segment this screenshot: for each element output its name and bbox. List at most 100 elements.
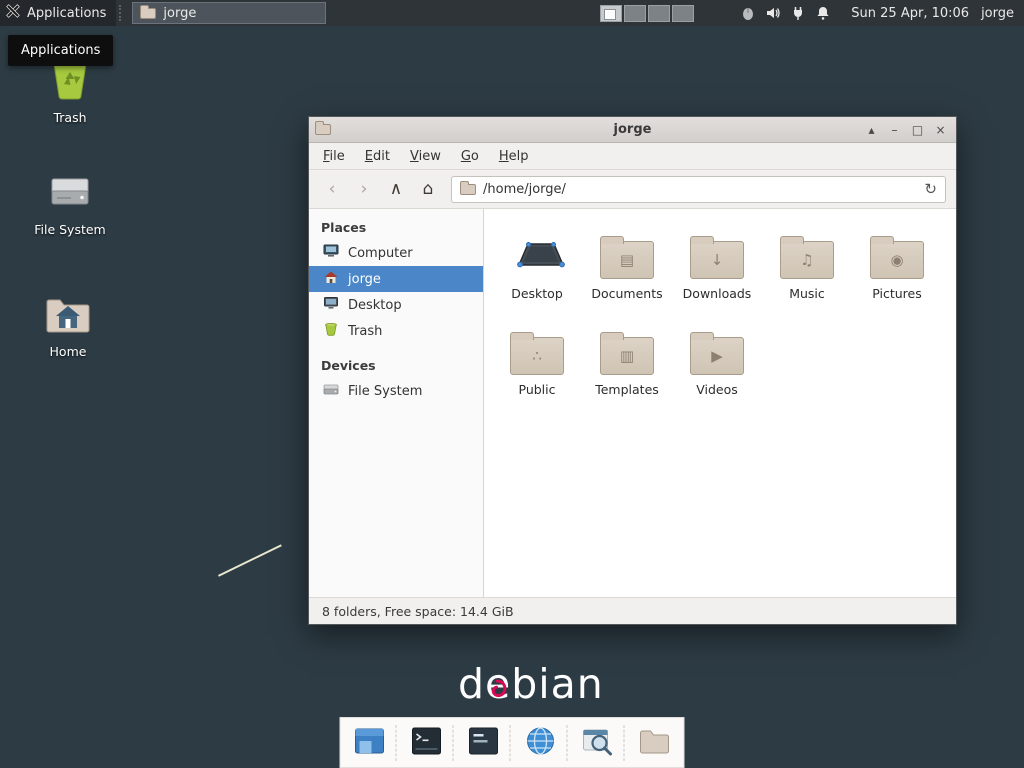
file-item-label: Music (789, 286, 825, 301)
file-item-label: Videos (696, 382, 738, 397)
sidebar-item-computer[interactable]: Computer (309, 240, 483, 266)
music-emblem: ♫ (800, 253, 813, 268)
debian-swirl-icon (483, 664, 509, 712)
sidebar-item-label: Desktop (348, 298, 402, 313)
file-item-downloads[interactable]: ↓ Downloads (672, 223, 762, 319)
workspace-1[interactable] (600, 5, 622, 22)
window-titlebar[interactable]: jorge ▴ – □ × (309, 117, 956, 143)
sidebar-item-label: Computer (348, 246, 413, 261)
show-desktop-button[interactable] (349, 721, 391, 765)
menu-bar: File Edit View Go Help (309, 143, 956, 170)
workspace-3[interactable] (648, 5, 670, 22)
folder-icon (460, 184, 476, 195)
trash-icon (47, 90, 93, 105)
clock[interactable]: Sun 25 Apr, 10:06 (839, 6, 981, 21)
power-icon[interactable] (790, 5, 806, 21)
pictures-emblem: ◉ (890, 253, 903, 268)
workspace-4[interactable] (672, 5, 694, 22)
downloads-emblem: ↓ (711, 253, 724, 268)
menu-view[interactable]: View (400, 145, 451, 168)
folder-icon: ♫ (780, 241, 834, 279)
places-sidebar: Places Computer (309, 209, 484, 597)
notifications-icon[interactable] (815, 5, 831, 21)
app-finder-launcher[interactable] (577, 721, 619, 765)
pointer-trail (218, 544, 282, 576)
folder-icon (637, 723, 673, 763)
taskbar-window-button[interactable]: jorge (132, 2, 326, 24)
workspace-2[interactable] (624, 5, 646, 22)
file-item-label: Downloads (683, 286, 752, 301)
close-button[interactable]: × (931, 120, 950, 139)
top-panel: Applications jorge (0, 0, 1024, 26)
back-button[interactable]: ‹ (319, 176, 345, 202)
file-item-videos[interactable]: ▶ Videos (672, 319, 762, 415)
desktop-icon-home[interactable]: Home (24, 292, 112, 359)
templates-emblem: ▥ (620, 349, 634, 364)
file-item-pictures[interactable]: ◉ Pictures (852, 223, 942, 319)
applications-menu-button[interactable]: Applications (0, 0, 116, 26)
file-item-music[interactable]: ♫ Music (762, 223, 852, 319)
sidebar-item-jorge[interactable]: jorge (309, 266, 483, 292)
sidebar-item-trash[interactable]: Trash (309, 318, 483, 344)
status-bar: 8 folders, Free space: 14.4 GiB (309, 597, 956, 624)
terminal-icon (409, 723, 445, 763)
minimize-button[interactable]: – (885, 120, 904, 139)
computer-icon (323, 244, 339, 262)
panel-separator (119, 5, 125, 21)
home-icon (323, 270, 339, 288)
up-button[interactable]: ∧ (383, 176, 409, 202)
desktop-icon-label: File System (26, 222, 114, 237)
folder-icon: ▤ (600, 241, 654, 279)
applications-menu-label: Applications (27, 6, 106, 21)
toolbar: ‹ › ∧ ⌂ /home/jorge/ ↻ (309, 170, 956, 209)
file-item-label: Documents (591, 286, 662, 301)
sidebar-item-filesystem[interactable]: File System (309, 378, 483, 404)
desktop-icon-label: Home (24, 344, 112, 359)
window-title: jorge (309, 122, 956, 137)
magnifier-icon (580, 723, 616, 763)
dock-separator (567, 725, 572, 761)
terminal-launcher[interactable] (406, 721, 448, 765)
file-manager-launcher[interactable] (634, 721, 676, 765)
folder-icon: ↓ (690, 241, 744, 279)
location-bar[interactable]: /home/jorge/ ↻ (451, 176, 946, 203)
session-user-label[interactable]: jorge (981, 6, 1024, 21)
menu-edit[interactable]: Edit (355, 145, 400, 168)
debian-logo: debian (458, 660, 604, 708)
globe-icon (523, 723, 559, 763)
maximize-button[interactable]: □ (908, 120, 927, 139)
home-button[interactable]: ⌂ (415, 176, 441, 202)
menu-file[interactable]: File (313, 145, 355, 168)
reload-icon[interactable]: ↻ (918, 180, 937, 198)
desktop-icon-filesystem[interactable]: File System (26, 172, 114, 237)
menu-go[interactable]: Go (451, 145, 489, 168)
home-folder-icon (43, 324, 93, 339)
public-emblem: ∴ (532, 349, 542, 364)
file-item-label: Pictures (872, 286, 922, 301)
hard-drive-icon (323, 383, 339, 400)
file-item-public[interactable]: ∴ Public (492, 319, 582, 415)
file-item-desktop[interactable]: Desktop (492, 223, 582, 319)
desktop-icon-label: Trash (26, 110, 114, 125)
mouse-icon[interactable] (740, 5, 756, 21)
console-icon (466, 723, 502, 763)
shade-button[interactable]: ▴ (862, 120, 881, 139)
folder-icon (140, 8, 156, 19)
dock-separator (510, 725, 515, 761)
applications-menu-icon (5, 3, 21, 23)
file-item-templates[interactable]: ▥ Templates (582, 319, 672, 415)
menu-help[interactable]: Help (489, 145, 539, 168)
volume-icon[interactable] (765, 5, 781, 21)
file-item-documents[interactable]: ▤ Documents (582, 223, 672, 319)
folder-icon: ▥ (600, 337, 654, 375)
desktop-icon (323, 296, 339, 314)
location-path[interactable]: /home/jorge/ (483, 182, 911, 197)
console-launcher[interactable] (463, 721, 505, 765)
applications-tooltip: Applications (8, 35, 113, 66)
taskbar-window-label: jorge (163, 6, 196, 21)
forward-button[interactable]: › (351, 176, 377, 202)
trash-icon (323, 322, 339, 340)
workspace-switcher[interactable] (600, 5, 694, 22)
web-browser-launcher[interactable] (520, 721, 562, 765)
sidebar-item-desktop[interactable]: Desktop (309, 292, 483, 318)
